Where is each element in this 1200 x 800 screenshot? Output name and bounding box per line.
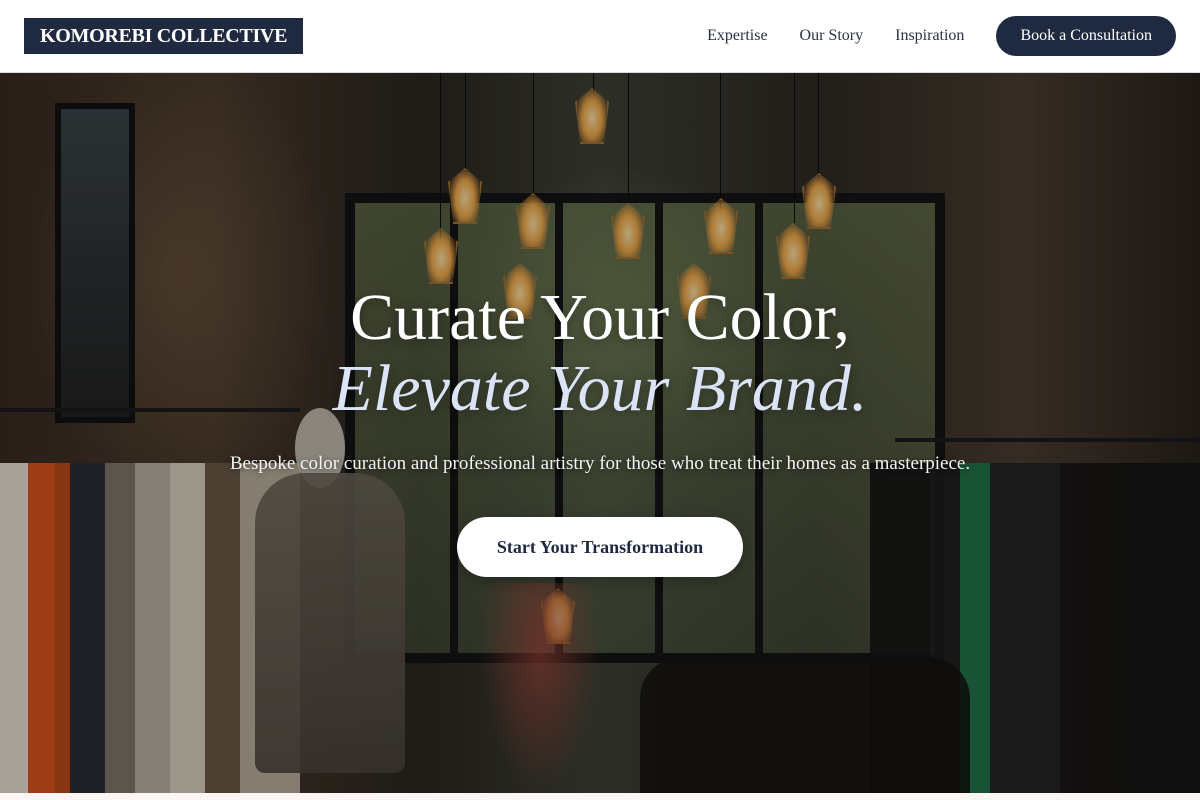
- hero-title-italic: Elevate Your Brand.: [332, 352, 868, 425]
- hero-content: Curate Your Color, Elevate Your Brand. B…: [0, 283, 1200, 577]
- next-section-edge: [0, 793, 1200, 800]
- main-nav: Expertise Our Story Inspiration Book a C…: [707, 16, 1176, 56]
- hero-subtitle: Bespoke color curation and professional …: [229, 453, 971, 474]
- hero-section: Curate Your Color, Elevate Your Brand. B…: [0, 73, 1200, 793]
- book-consultation-button[interactable]: Book a Consultation: [996, 16, 1176, 56]
- nav-link-expertise[interactable]: Expertise: [707, 27, 767, 45]
- brand-logo[interactable]: KOMOREBI COLLECTIVE: [24, 18, 304, 54]
- nav-link-our-story[interactable]: Our Story: [800, 27, 864, 45]
- nav-link-inspiration[interactable]: Inspiration: [895, 27, 964, 45]
- hero-title: Curate Your Color,: [350, 281, 850, 354]
- start-transformation-button[interactable]: Start Your Transformation: [457, 517, 743, 577]
- site-header: KOMOREBI COLLECTIVE Expertise Our Story …: [0, 0, 1200, 73]
